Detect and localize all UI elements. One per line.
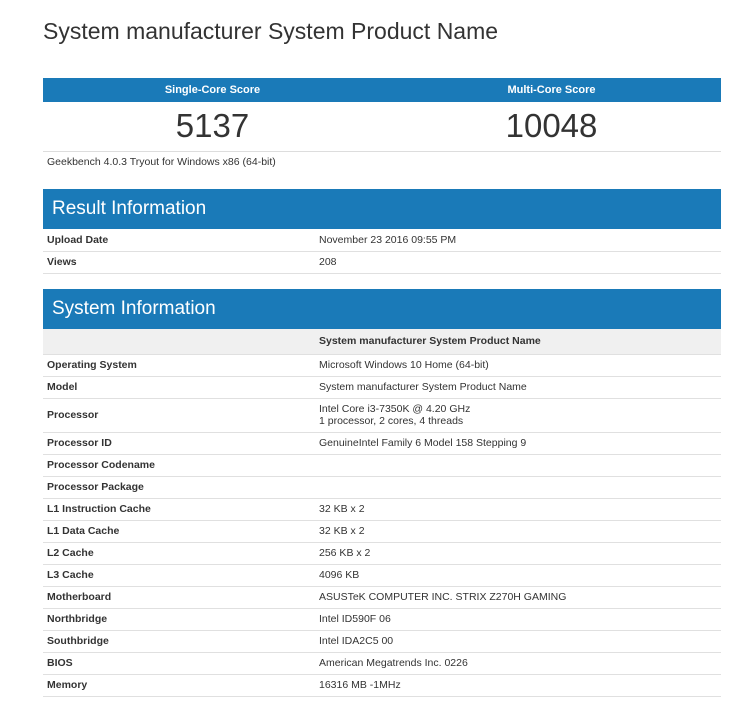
row-value: 16316 MB -1MHz [315, 674, 721, 697]
subheader-label: System manufacturer System Product Name [315, 329, 721, 355]
table-row: Motherboard ASUSTeK COMPUTER INC. STRIX … [43, 586, 721, 609]
row-key: Southbridge [43, 630, 315, 653]
table-row: Memory 16316 MB -1MHz [43, 674, 721, 697]
row-value: Intel ID590F 06 [315, 608, 721, 631]
table-row: Upload Date November 23 2016 09:55 PM [43, 229, 721, 252]
row-value: Intel IDA2C5 00 [315, 630, 721, 653]
processor-topology: 1 processor, 2 cores, 4 threads [319, 415, 464, 427]
multi-core-label: Multi-Core Score [507, 84, 596, 96]
system-information-table: System manufacturer System Product Name … [43, 329, 721, 697]
row-key: Operating System [43, 354, 315, 377]
row-key: Views [43, 251, 315, 274]
system-information-header: System Information [43, 289, 721, 329]
row-value: Intel Core i3-7350K @ 4.20 GHz 1 process… [315, 398, 721, 433]
multi-core-score: 10048 [505, 107, 598, 144]
table-row: Views 208 [43, 251, 721, 274]
row-key: L1 Instruction Cache [43, 498, 315, 521]
row-key: Motherboard [43, 586, 315, 609]
row-key: L2 Cache [43, 542, 315, 565]
row-key: Processor [43, 398, 315, 433]
row-value [315, 454, 721, 477]
result-information-header: Result Information [43, 189, 721, 229]
row-value: ASUSTeK COMPUTER INC. STRIX Z270H GAMING [315, 586, 721, 609]
table-row: Model System manufacturer System Product… [43, 376, 721, 399]
table-subheader: System manufacturer System Product Name [43, 329, 721, 355]
row-value: American Megatrends Inc. 0226 [315, 652, 721, 675]
table-row: L1 Data Cache 32 KB x 2 [43, 520, 721, 543]
processor-model: Intel Core i3-7350K @ 4.20 GHz [319, 403, 471, 415]
table-row: Processor ID GenuineIntel Family 6 Model… [43, 432, 721, 455]
table-row: Southbridge Intel IDA2C5 00 [43, 630, 721, 653]
row-key: Upload Date [43, 229, 315, 252]
row-value: 32 KB x 2 [315, 520, 721, 543]
row-key: L1 Data Cache [43, 520, 315, 543]
table-row: BIOS American Megatrends Inc. 0226 [43, 652, 721, 675]
table-row: L3 Cache 4096 KB [43, 564, 721, 587]
row-key: Northbridge [43, 608, 315, 631]
row-value [315, 476, 721, 499]
table-row: Processor Intel Core i3-7350K @ 4.20 GHz… [43, 398, 721, 433]
row-value: System manufacturer System Product Name [315, 376, 721, 399]
row-key: Memory [43, 674, 315, 697]
table-row: L1 Instruction Cache 32 KB x 2 [43, 498, 721, 521]
table-row: Operating System Microsoft Windows 10 Ho… [43, 354, 721, 377]
row-value: GenuineIntel Family 6 Model 158 Stepping… [315, 432, 721, 455]
row-value: 256 KB x 2 [315, 542, 721, 565]
row-value: Microsoft Windows 10 Home (64-bit) [315, 354, 721, 377]
single-core-label: Single-Core Score [164, 84, 261, 96]
table-row: L2 Cache 256 KB x 2 [43, 542, 721, 565]
row-key: Processor Codename [43, 454, 315, 477]
row-key: Model [43, 376, 315, 399]
row-key: Processor Package [43, 476, 315, 499]
row-value: 208 [315, 251, 721, 274]
benchmark-version: Geekbench 4.0.3 Tryout for Windows x86 (… [47, 156, 276, 168]
row-value: 32 KB x 2 [315, 498, 721, 521]
table-row: Processor Codename [43, 454, 721, 477]
row-key: Processor ID [43, 432, 315, 455]
row-key: L3 Cache [43, 564, 315, 587]
score-header: Single-Core Score Multi-Core Score [43, 78, 721, 102]
table-row: Northbridge Intel ID590F 06 [43, 608, 721, 631]
score-values: 5137 10048 [43, 102, 721, 152]
result-information-table: Upload Date November 23 2016 09:55 PM Vi… [43, 229, 721, 274]
table-row: Processor Package [43, 476, 721, 499]
row-key: BIOS [43, 652, 315, 675]
row-value: 4096 KB [315, 564, 721, 587]
single-core-score: 5137 [175, 107, 250, 144]
row-value: November 23 2016 09:55 PM [315, 229, 721, 252]
page-title: System manufacturer System Product Name [43, 18, 499, 44]
subheader-spacer [43, 329, 315, 355]
